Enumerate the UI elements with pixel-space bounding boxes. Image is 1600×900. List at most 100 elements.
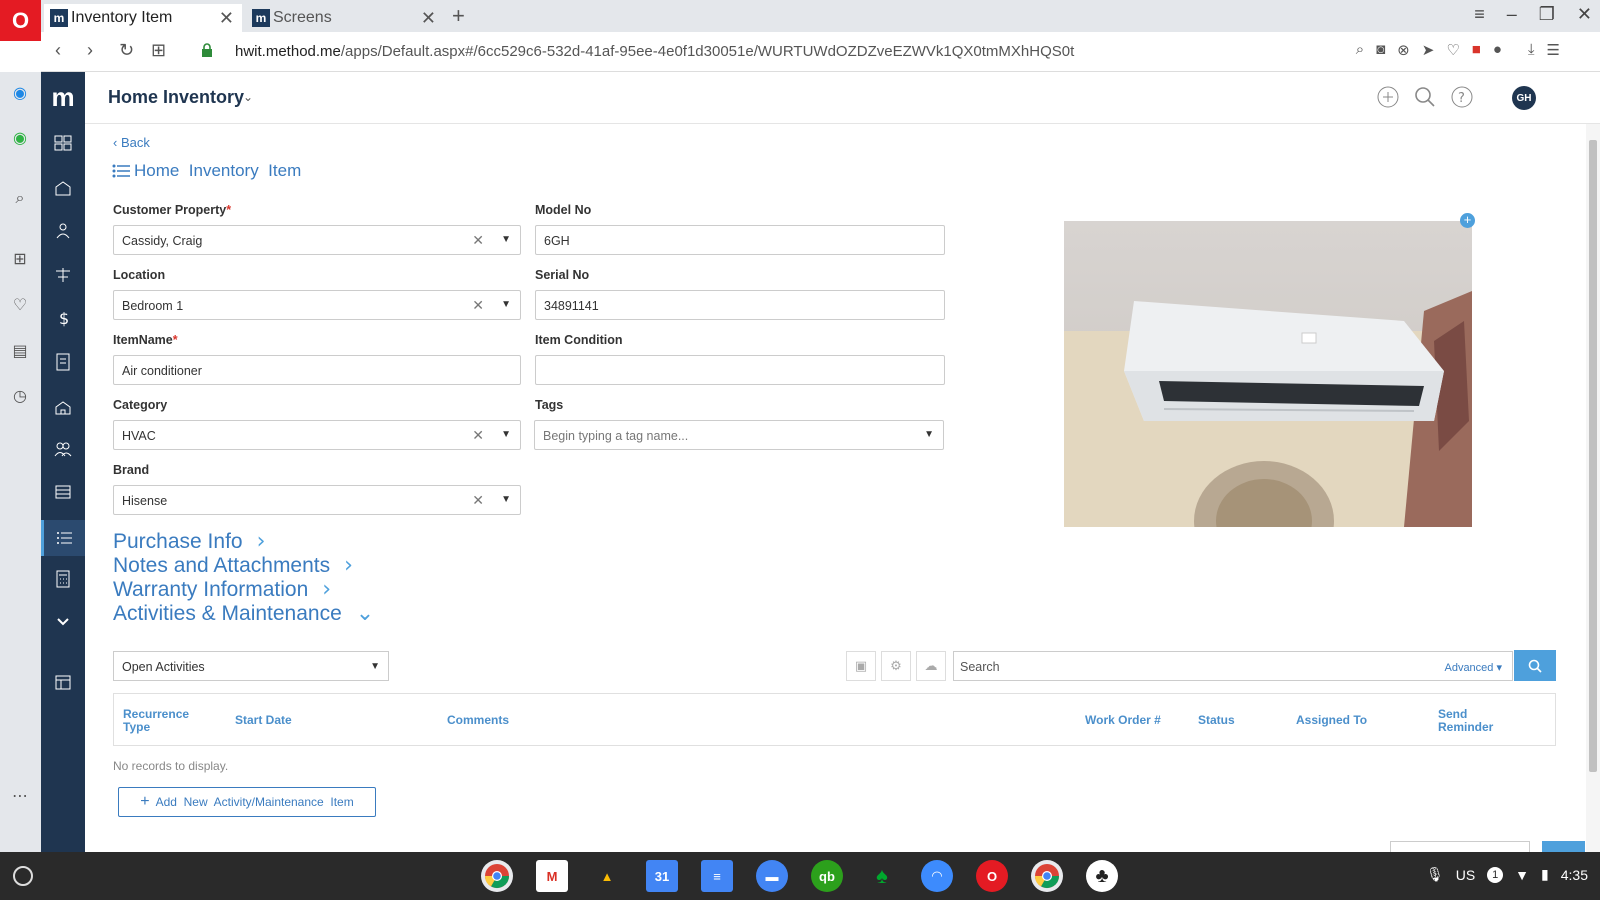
chrome-icon[interactable] <box>1031 860 1063 892</box>
people-icon[interactable] <box>41 216 85 246</box>
column-header[interactable]: Send Reminder <box>1438 708 1508 734</box>
location-select[interactable]: Bedroom 1 ✕ ▼ <box>113 290 521 320</box>
section-purchase-info[interactable]: Purchase Info › <box>113 529 265 554</box>
customer-property-select[interactable]: Cassidy, Craig ✕ ▼ <box>113 225 521 255</box>
restore-icon[interactable]: ❐ <box>1539 4 1555 25</box>
search-input[interactable]: Search Advanced ▾ <box>953 651 1513 681</box>
add-icon[interactable] <box>1376 85 1400 109</box>
search-icon[interactable]: ⌕ <box>9 188 31 210</box>
opera-logo-icon[interactable]: O <box>0 0 41 41</box>
chevron-down-icon[interactable]: ⌄ <box>243 90 253 104</box>
column-header[interactable]: Comments <box>447 714 509 727</box>
settings-icon[interactable]: ⚙ <box>881 651 911 681</box>
status-tray[interactable]: 🎙 US 1 ▼ ▮ 4:35 <box>1426 866 1588 883</box>
adblock-icon[interactable]: ⊗ <box>1397 41 1410 59</box>
download-icon[interactable]: ⤓ <box>1528 41 1535 59</box>
item-condition-field[interactable] <box>535 355 945 385</box>
clear-icon[interactable]: ✕ <box>472 492 484 509</box>
quickbooks-icon[interactable]: qb <box>811 860 843 892</box>
launcher-icon[interactable] <box>13 866 33 886</box>
dropdown-arrow-icon[interactable]: ▼ <box>501 429 511 440</box>
dropdown-arrow-icon[interactable]: ▼ <box>924 429 934 440</box>
microphone-icon[interactable]: 🎙 <box>1426 866 1444 883</box>
easy-setup-icon[interactable]: ☰ <box>1547 41 1560 59</box>
serial-no-field[interactable]: 34891141 <box>535 290 945 320</box>
url-field[interactable]: hwit.method.me/apps/Default.aspx#/6cc529… <box>235 43 1074 60</box>
evernote-dark-icon[interactable]: ♣ <box>1086 860 1118 892</box>
category-select[interactable]: HVAC ✕ ▼ <box>113 420 521 450</box>
column-header[interactable]: Start Date <box>235 714 292 727</box>
tab-inventory-item[interactable]: m Inventory Item ✕ <box>44 4 242 32</box>
method-logo[interactable]: m <box>41 72 85 122</box>
minimize-icon[interactable]: – <box>1507 4 1517 25</box>
column-header[interactable]: Assigned To <box>1296 714 1367 727</box>
section-activities-maintenance[interactable]: Activities & Maintenance ⌄ <box>113 601 374 626</box>
tab-screens[interactable]: m Screens ✕ <box>246 4 444 32</box>
heart-icon[interactable]: ♡ <box>1446 41 1459 59</box>
history-icon[interactable]: ◷ <box>9 385 31 407</box>
help-icon[interactable]: ? <box>1450 85 1474 109</box>
calendar-icon[interactable]: 31 <box>646 860 678 892</box>
add-photo-icon[interactable]: + <box>1460 213 1475 228</box>
new-tab-button[interactable]: + <box>452 3 465 29</box>
inventory-list-icon[interactable] <box>41 520 85 556</box>
heart-icon[interactable]: ♡ <box>9 294 31 316</box>
clear-icon[interactable]: ✕ <box>472 297 484 314</box>
search-icon[interactable] <box>1413 85 1437 109</box>
brand-select[interactable]: Hisense ✕ ▼ <box>113 485 521 515</box>
item-name-field[interactable]: Air conditioner <box>113 355 521 385</box>
save-button[interactable] <box>1542 841 1585 852</box>
tools-icon[interactable] <box>41 260 85 290</box>
column-header[interactable]: Work Order # <box>1085 714 1161 727</box>
item-photo[interactable] <box>1064 221 1472 527</box>
calculator-icon[interactable] <box>41 564 85 594</box>
more-icon[interactable]: ⋯ <box>9 785 31 807</box>
news-icon[interactable]: ▤ <box>9 340 31 362</box>
back-arrow-icon[interactable]: ‹ <box>55 40 61 61</box>
buildings-icon[interactable] <box>41 392 85 422</box>
close-window-icon[interactable]: ✕ <box>1577 4 1592 25</box>
files-icon[interactable]: ▬ <box>756 860 788 892</box>
tab-menu-icon[interactable]: ≡ <box>1474 4 1485 25</box>
docs-icon[interactable]: ≡ <box>701 860 733 892</box>
dropdown-arrow-icon[interactable]: ▼ <box>501 234 511 245</box>
close-icon[interactable]: ✕ <box>421 8 436 29</box>
zoom-icon[interactable]: ⌕ <box>1356 41 1364 59</box>
dropdown-arrow-icon[interactable]: ▼ <box>501 494 511 505</box>
section-notes-attachments[interactable]: Notes and Attachments › <box>113 553 353 578</box>
model-no-field[interactable]: 6GH <box>535 225 945 255</box>
export-icon[interactable]: ▣ <box>846 651 876 681</box>
chevron-down-icon[interactable] <box>41 607 85 637</box>
drive-icon[interactable]: ▲ <box>591 860 623 892</box>
speed-dial-icon[interactable]: ⊞ <box>151 40 166 61</box>
clear-icon[interactable]: ✕ <box>472 232 484 249</box>
search-button[interactable] <box>1514 650 1556 681</box>
messenger-icon[interactable]: ◉ <box>9 82 31 104</box>
section-warranty-information[interactable]: Warranty Information › <box>113 577 331 602</box>
dashboard-icon[interactable] <box>41 128 85 158</box>
opera-icon[interactable]: O <box>976 860 1008 892</box>
more-actions-button[interactable] <box>1390 841 1530 852</box>
extension-icon[interactable]: ■ <box>1472 41 1481 59</box>
dropdown-arrow-icon[interactable]: ▼ <box>370 661 380 672</box>
vpn-icon[interactable]: ● <box>1493 41 1502 59</box>
activity-filter-select[interactable]: Open Activities ▼ <box>113 651 389 681</box>
properties-icon[interactable] <box>41 173 85 203</box>
whatsapp-icon[interactable]: ◉ <box>9 127 31 149</box>
dollar-icon[interactable]: $ <box>41 303 85 333</box>
cloud-icon[interactable]: ☁ <box>916 651 946 681</box>
tags-input[interactable]: Begin typing a tag name... ▼ <box>534 420 944 450</box>
store-icon[interactable] <box>41 667 85 697</box>
speed-dial-icon[interactable]: ⊞ <box>9 248 31 270</box>
column-header[interactable]: Recurrence Type <box>123 708 193 734</box>
forward-arrow-icon[interactable]: › <box>87 40 93 61</box>
invoice-icon[interactable] <box>41 347 85 377</box>
reports-icon[interactable] <box>41 477 85 507</box>
photos-icon[interactable]: ◠ <box>921 860 953 892</box>
close-icon[interactable]: ✕ <box>219 8 234 29</box>
dropdown-arrow-icon[interactable]: ▼ <box>501 299 511 310</box>
avatar[interactable]: GH <box>1512 86 1536 110</box>
send-icon[interactable]: ➤ <box>1422 41 1435 59</box>
chrome-icon[interactable] <box>481 860 513 892</box>
scrollbar[interactable] <box>1586 124 1600 852</box>
